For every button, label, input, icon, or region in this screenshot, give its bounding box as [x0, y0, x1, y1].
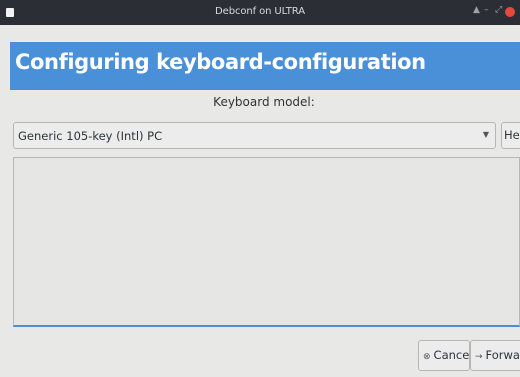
forward-button[interactable]: →Forward [470, 340, 520, 371]
title-bar[interactable]: Debconf on ULTRA ▲ – ⤢ [0, 0, 520, 25]
cancel-button[interactable]: ⊗ Cancel [418, 340, 473, 371]
header-banner: Configuring keyboard-configuration [10, 42, 520, 90]
help-button[interactable]: Help [501, 122, 520, 149]
shade-icon[interactable]: ▲ [473, 5, 480, 15]
chevron-down-icon: ▼ [482, 130, 489, 139]
forward-label: Forward [485, 348, 520, 362]
close-icon[interactable] [505, 7, 515, 17]
cancel-icon: ⊗ [423, 352, 431, 362]
keyboard-model-value: Generic 105-key (Intl) PC [18, 129, 163, 143]
maximize-icon[interactable]: ⤢ [495, 5, 502, 15]
forward-arrow-icon: → [475, 352, 483, 362]
dialog-content: Configuring keyboard-configuration Keybo… [8, 35, 520, 377]
minimize-icon[interactable]: – [484, 5, 489, 15]
options-panel [13, 157, 520, 327]
keyboard-model-select[interactable]: Generic 105-key (Intl) PC ▼ [13, 122, 496, 149]
cancel-label: Cancel [433, 348, 473, 362]
keyboard-model-label: Keyboard model: [213, 95, 315, 109]
debconf-window: Debconf on ULTRA ▲ – ⤢ Configuring keybo… [0, 0, 520, 377]
page-title: Configuring keyboard-configuration [15, 50, 426, 74]
window-title: Debconf on ULTRA [215, 6, 305, 17]
